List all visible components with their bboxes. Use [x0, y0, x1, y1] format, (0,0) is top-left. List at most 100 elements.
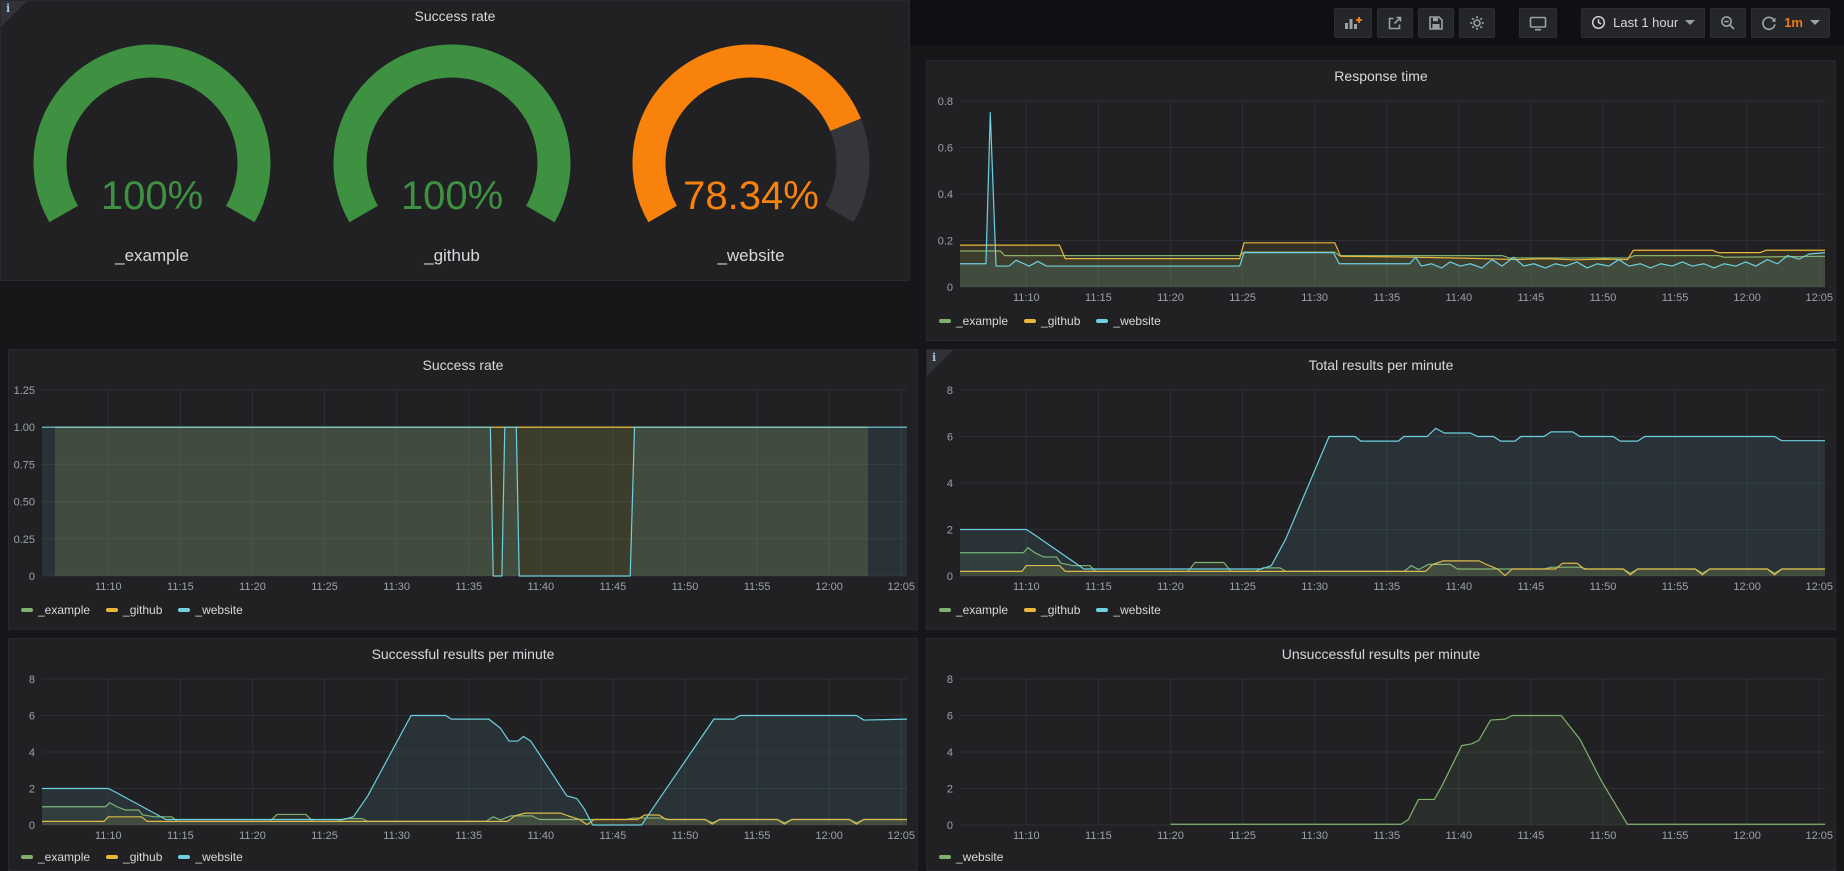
panel-title[interactable]: Unsuccessful results per minute — [927, 646, 1835, 662]
x-axis-tick: 11:10 — [95, 830, 122, 842]
settings-button[interactable] — [1459, 8, 1495, 38]
gauge-value: 100% — [101, 174, 203, 218]
navbar-actions: Last 1 hour 1m — [1334, 8, 1830, 38]
legend-item-_github[interactable]: _github — [106, 603, 162, 617]
add-panel-button[interactable] — [1334, 8, 1372, 38]
tv-mode-button[interactable] — [1519, 8, 1557, 38]
legend-swatch — [21, 608, 33, 612]
y-axis-tick: 0.6 — [938, 143, 953, 155]
series-_website-area — [42, 716, 907, 826]
panel-info-icon[interactable]: i — [1, 1, 27, 27]
y-axis-tick: 8 — [29, 674, 35, 686]
chart-canvas-total-results[interactable]: 0246811:1011:1511:2011:2511:3011:3511:40… — [927, 350, 1835, 598]
x-axis-tick: 12:05 — [1805, 292, 1833, 304]
time-range-button[interactable]: Last 1 hour — [1581, 8, 1705, 38]
legend-item-_example[interactable]: _example — [21, 850, 90, 864]
save-button[interactable] — [1418, 8, 1454, 38]
y-axis-tick: 1.00 — [14, 422, 35, 434]
panel-success-rate-gauges: i Success rate 100%_example100%_github78… — [0, 0, 910, 281]
x-axis-tick: 11:25 — [1229, 581, 1256, 593]
panel-title[interactable]: Response time — [927, 68, 1835, 84]
x-axis-tick: 11:40 — [1445, 830, 1472, 842]
x-axis-tick: 11:25 — [311, 830, 338, 842]
y-axis-tick: 0 — [29, 571, 35, 583]
x-axis-tick: 11:35 — [455, 830, 482, 842]
x-axis-tick: 11:25 — [311, 581, 338, 593]
x-axis-tick: 12:05 — [887, 581, 915, 593]
legend-item-_website[interactable]: _website — [1096, 314, 1160, 328]
legend-item-_example[interactable]: _example — [939, 314, 1008, 328]
legend-label: _github — [123, 603, 162, 617]
x-axis-tick: 11:55 — [1662, 292, 1689, 304]
x-axis-tick: 11:35 — [1373, 830, 1400, 842]
legend-swatch — [1024, 608, 1036, 612]
x-axis-tick: 11:55 — [1662, 830, 1689, 842]
legend-label: _example — [956, 603, 1008, 617]
y-axis-tick: 0 — [29, 820, 35, 832]
x-axis-tick: 11:30 — [383, 581, 410, 593]
panel-info-icon[interactable]: i — [927, 350, 953, 376]
chart-canvas-success-rate[interactable]: 00.250.500.751.001.2511:1011:1511:2011:2… — [9, 350, 917, 598]
y-axis-tick: 0 — [947, 282, 953, 294]
legend-label: _github — [1041, 314, 1080, 328]
legend-item-_github[interactable]: _github — [106, 850, 162, 864]
legend: _example _github _website — [939, 314, 1161, 328]
chart-canvas-unsuccessful-results[interactable]: 0246811:1011:1511:2011:2511:3011:3511:40… — [927, 639, 1835, 847]
monitor-icon — [1529, 15, 1547, 31]
legend-item-_website[interactable]: _website — [939, 850, 1003, 864]
legend-swatch — [939, 319, 951, 323]
x-axis-tick: 11:50 — [672, 830, 699, 842]
panel-title[interactable]: Total results per minute — [927, 357, 1835, 373]
x-axis-tick: 11:15 — [1085, 830, 1112, 842]
x-axis-tick: 11:30 — [1301, 292, 1328, 304]
series-_website-area — [1170, 716, 1825, 826]
legend-item-_example[interactable]: _example — [21, 603, 90, 617]
legend-swatch — [178, 855, 190, 859]
refresh-interval-label: 1m — [1784, 15, 1803, 30]
legend-item-_website[interactable]: _website — [1096, 603, 1160, 617]
panel-total-results: i Total results per minute 0246811:1011:… — [926, 349, 1836, 630]
x-axis-tick: 11:50 — [1590, 830, 1617, 842]
x-axis-tick: 11:25 — [1229, 292, 1256, 304]
y-axis-tick: 2 — [29, 784, 35, 796]
chart-canvas-successful-results[interactable]: 0246811:1011:1511:2011:2511:3011:3511:40… — [9, 639, 917, 847]
chart-canvas-response-time[interactable]: 00.20.40.60.811:1011:1511:2011:2511:3011… — [927, 61, 1835, 309]
x-axis-tick: 11:50 — [672, 581, 699, 593]
zoom-out-button[interactable] — [1710, 8, 1746, 38]
panel-title[interactable]: Success rate — [9, 357, 917, 373]
y-axis-tick: 1.25 — [14, 385, 35, 397]
share-button[interactable] — [1377, 8, 1413, 38]
panel-title[interactable]: Successful results per minute — [9, 646, 917, 662]
x-axis-tick: 11:45 — [1518, 830, 1545, 842]
x-axis-tick: 11:10 — [95, 581, 122, 593]
x-axis-tick: 11:20 — [239, 581, 266, 593]
legend-item-_github[interactable]: _github — [1024, 603, 1080, 617]
legend-label: _github — [123, 850, 162, 864]
legend-item-_website[interactable]: _website — [178, 603, 242, 617]
x-axis-tick: 11:15 — [167, 581, 194, 593]
x-axis-tick: 11:50 — [1590, 292, 1617, 304]
x-axis-tick: 11:30 — [1301, 581, 1328, 593]
x-axis-tick: 11:45 — [600, 581, 627, 593]
gauge-canvas: 100%_example100%_github78.34%_website — [1, 25, 909, 277]
x-axis-tick: 11:15 — [167, 830, 194, 842]
legend-item-_github[interactable]: _github — [1024, 314, 1080, 328]
y-axis-tick: 0.4 — [938, 189, 953, 201]
y-axis-tick: 6 — [947, 432, 953, 444]
time-range-label: Last 1 hour — [1613, 15, 1678, 30]
panel-title[interactable]: Success rate — [1, 8, 909, 24]
legend-swatch — [939, 608, 951, 612]
legend-item-_example[interactable]: _example — [939, 603, 1008, 617]
gauge-value: 100% — [401, 174, 503, 218]
gauge-label: _github — [423, 246, 480, 265]
legend: _example _github _website — [939, 603, 1161, 617]
y-axis-tick: 0 — [947, 820, 953, 832]
y-axis-tick: 0.75 — [14, 459, 35, 471]
y-axis-tick: 0.50 — [14, 497, 35, 509]
share-icon — [1387, 15, 1403, 31]
y-axis-tick: 0.2 — [938, 236, 953, 248]
refresh-button[interactable]: 1m — [1751, 8, 1830, 38]
legend-item-_website[interactable]: _website — [178, 850, 242, 864]
x-axis-tick: 11:15 — [1085, 581, 1112, 593]
legend-swatch — [21, 855, 33, 859]
